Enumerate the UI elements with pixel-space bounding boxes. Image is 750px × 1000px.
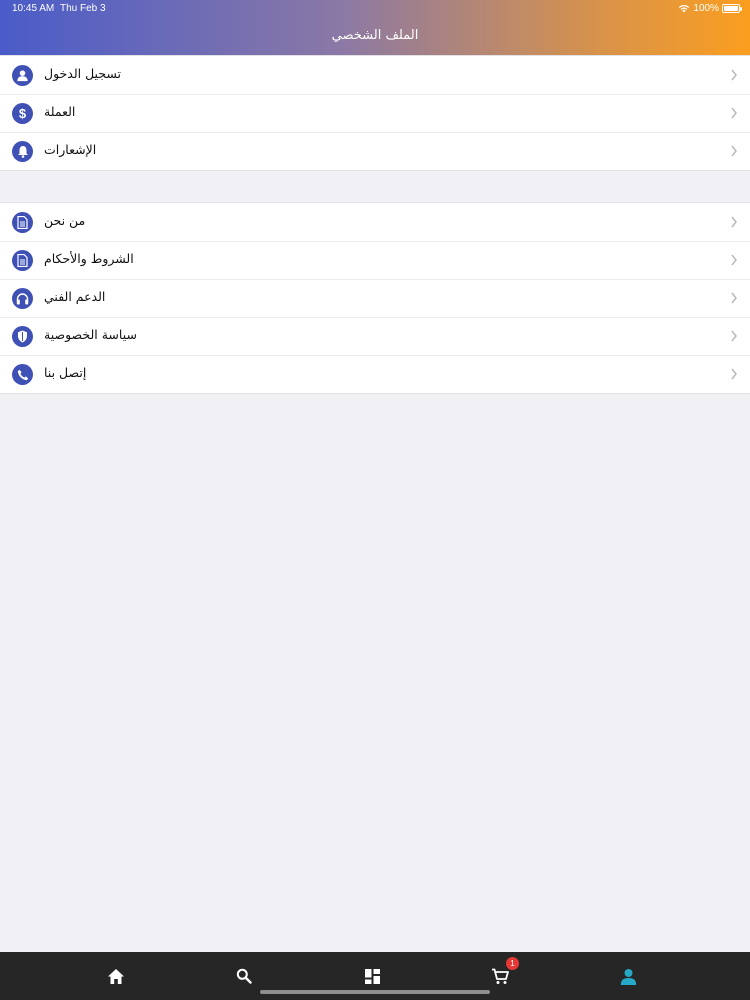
document-icon	[12, 250, 33, 271]
header: 10:45 AM Thu Feb 3 100% الملف الشخصي	[0, 0, 750, 55]
home-indicator	[260, 990, 490, 994]
chevron-right-icon	[731, 292, 737, 304]
status-right: 100%	[678, 3, 742, 14]
battery-icon	[722, 4, 742, 13]
support-row[interactable]: الدعم الفني	[0, 279, 750, 317]
status-time: 10:45 AM	[12, 3, 55, 14]
currency-row[interactable]: $ العملة	[0, 94, 750, 132]
cart-badge: 1	[506, 957, 519, 970]
tab-search[interactable]	[232, 964, 256, 988]
chevron-right-icon	[731, 330, 737, 342]
support-label: الدعم الفني	[44, 289, 106, 304]
cart-icon	[492, 968, 509, 984]
user-icon	[12, 65, 33, 86]
about-us-row[interactable]: من نحن	[0, 203, 750, 241]
categories-icon	[364, 968, 380, 984]
chevron-right-icon	[731, 368, 737, 380]
tab-profile[interactable]	[616, 964, 640, 988]
currency-label: العملة	[44, 104, 76, 119]
chevron-right-icon	[731, 145, 737, 157]
login-label: تسجيل الدخول	[44, 66, 122, 81]
tab-categories[interactable]	[360, 964, 384, 988]
page-title: الملف الشخصي	[331, 28, 419, 43]
battery-percentage: 100%	[693, 3, 719, 14]
privacy-row[interactable]: سياسة الخصوصية	[0, 317, 750, 355]
bell-icon	[12, 141, 33, 162]
contact-us-label: إتصل بنا	[44, 365, 87, 380]
chevron-right-icon	[731, 216, 737, 228]
chevron-right-icon	[731, 254, 737, 266]
account-settings-group: تسجيل الدخول $ العملة الإشعارات	[0, 55, 750, 171]
dollar-icon: $	[12, 103, 33, 124]
wifi-icon	[679, 4, 690, 13]
info-group: من نحن الشروط والأحكام الدعم الفني سياسة…	[0, 202, 750, 394]
contact-us-row[interactable]: إتصل بنا	[0, 355, 750, 393]
notifications-row[interactable]: الإشعارات	[0, 132, 750, 170]
tab-home[interactable]	[104, 964, 128, 988]
tab-cart[interactable]: 1	[488, 957, 519, 988]
login-row[interactable]: تسجيل الدخول	[0, 56, 750, 94]
headphones-icon	[12, 288, 33, 309]
status-date: Thu Feb 3	[60, 3, 106, 14]
document-icon	[12, 212, 33, 233]
shield-icon	[12, 326, 33, 347]
search-icon	[236, 968, 252, 984]
phone-icon	[12, 364, 33, 385]
about-us-label: من نحن	[44, 213, 86, 228]
terms-label: الشروط والأحكام	[44, 251, 134, 266]
chevron-right-icon	[731, 69, 737, 81]
notifications-label: الإشعارات	[44, 142, 97, 157]
chevron-right-icon	[731, 107, 737, 119]
tab-bar: 1	[0, 952, 750, 1000]
profile-icon	[620, 968, 636, 985]
home-icon	[108, 968, 124, 984]
privacy-label: سياسة الخصوصية	[44, 327, 137, 342]
terms-row[interactable]: الشروط والأحكام	[0, 241, 750, 279]
